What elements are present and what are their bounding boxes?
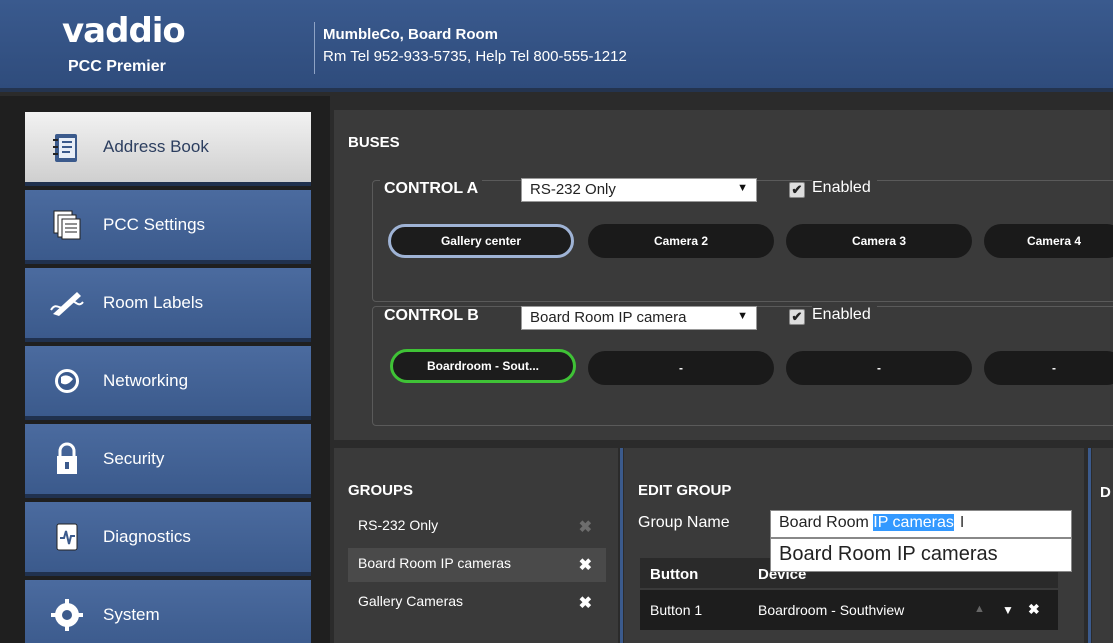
move-down-icon[interactable]: ▼ xyxy=(1002,603,1014,617)
sidebar-nav: Address Book PCC Settings Room Labels Ne… xyxy=(0,96,330,643)
control-a-camera-button-1[interactable]: Gallery center xyxy=(388,224,574,258)
sidebar-item-label: System xyxy=(103,605,160,624)
control-a-camera-button-2[interactable]: Camera 2 xyxy=(588,224,774,258)
sidebar-item-label: Address Book xyxy=(103,137,209,156)
close-icon[interactable]: ✖ xyxy=(1028,601,1040,618)
vaddio-logo[interactable]: vaddio xyxy=(62,14,186,48)
panel-divider xyxy=(1088,448,1091,643)
control-b-enabled-label: Enabled xyxy=(812,306,877,324)
signature-icon xyxy=(49,285,85,321)
control-b-camera-button-2[interactable]: - xyxy=(588,351,774,385)
control-b-select-value: Board Room IP camera xyxy=(530,309,687,326)
edit-group-panel: EDIT GROUP Group Name Board Room IP came… xyxy=(624,448,1084,643)
address-book-icon xyxy=(49,129,85,165)
sidebar-item-label: Security xyxy=(103,449,165,468)
control-a-enabled-checkbox[interactable]: ✔ xyxy=(789,182,805,198)
group-item[interactable]: Gallery Cameras ✖ xyxy=(348,586,606,620)
panel-divider xyxy=(620,448,623,643)
product-name: PCC Premier xyxy=(68,58,166,75)
header-divider xyxy=(314,22,315,74)
control-a-select[interactable]: RS-232 Only ▼ xyxy=(521,178,757,202)
chevron-down-icon: ▼ xyxy=(737,310,748,322)
group-name-text: Board Room xyxy=(779,514,874,531)
sidebar-item-networking[interactable]: Networking xyxy=(25,346,311,420)
sidebar-item-label: Networking xyxy=(103,371,189,390)
control-a-enabled-label: Enabled xyxy=(812,179,877,197)
control-a-camera-button-3[interactable]: Camera 3 xyxy=(786,224,972,258)
groups-panel: GROUPS RS-232 Only ✖ Board Room IP camer… xyxy=(334,448,618,643)
control-a-select-value: RS-232 Only xyxy=(530,181,616,198)
sidebar-item-label: Room Labels xyxy=(103,293,204,312)
groups-title: GROUPS xyxy=(348,482,414,499)
group-name-selected-text: IP cameras xyxy=(873,514,954,531)
sidebar-item-label: Diagnostics xyxy=(103,527,191,546)
sidebar-item-pcc-settings[interactable]: PCC Settings xyxy=(25,190,311,264)
group-name-input[interactable]: Board Room IP cameras I xyxy=(770,510,1072,538)
buses-title: BUSES xyxy=(348,134,400,151)
system-icon xyxy=(49,597,85,633)
site-phone-info: Rm Tel 952-933-5735, Help Tel 800-555-12… xyxy=(323,48,627,65)
control-a-camera-button-4[interactable]: Camera 4 xyxy=(984,224,1113,258)
column-header-button: Button xyxy=(650,566,699,583)
table-row[interactable]: Button 1 Boardroom - Southview ▲ ▼ ✖ xyxy=(640,590,1058,630)
sidebar-item-room-labels[interactable]: Room Labels xyxy=(25,268,311,342)
right-panel-title-clipped: D xyxy=(1100,484,1111,498)
edit-group-title: EDIT GROUP xyxy=(638,482,732,499)
close-icon: ✖ xyxy=(578,519,592,536)
group-item-label: RS-232 Only xyxy=(358,517,439,533)
control-b-enabled-checkbox[interactable]: ✔ xyxy=(789,309,805,325)
sidebar-item-system[interactable]: System xyxy=(25,580,311,643)
group-item[interactable]: RS-232 Only ✖ xyxy=(348,510,606,544)
autocomplete-dropdown[interactable]: Board Room IP cameras xyxy=(770,538,1072,572)
text-cursor-icon: I xyxy=(959,514,965,531)
autocomplete-option[interactable]: Board Room IP cameras xyxy=(779,543,998,565)
group-name-label: Group Name xyxy=(638,514,730,531)
control-b-title: CONTROL B xyxy=(380,307,483,325)
globe-icon xyxy=(49,363,85,399)
control-a-title: CONTROL A xyxy=(380,180,483,198)
chevron-down-icon: ▼ xyxy=(737,182,748,194)
group-item-label: Board Room IP cameras xyxy=(358,555,512,571)
group-item-label: Gallery Cameras xyxy=(358,593,464,609)
close-icon[interactable]: ✖ xyxy=(579,593,592,613)
sidebar-item-label: PCC Settings xyxy=(103,215,206,234)
main-content: BUSES CONTROL A RS-232 Only ▼ ✔ Enabled … xyxy=(330,96,1113,643)
sidebar-item-diagnostics[interactable]: Diagnostics xyxy=(25,502,311,576)
app-header: vaddio PCC Premier MumbleCo, Board Room … xyxy=(0,0,1113,92)
lock-icon xyxy=(49,441,85,477)
row-button-label: Button 1 xyxy=(650,602,703,618)
control-b-select[interactable]: Board Room IP camera ▼ xyxy=(521,306,757,330)
settings-icon xyxy=(49,207,85,243)
move-up-icon[interactable]: ▲ xyxy=(974,603,985,615)
control-b-camera-button-3[interactable]: - xyxy=(786,351,972,385)
group-item-selected[interactable]: Board Room IP cameras ✖ xyxy=(348,548,606,582)
sidebar-item-address-book[interactable]: Address Book xyxy=(25,112,311,186)
site-name: MumbleCo, Board Room xyxy=(323,26,498,43)
row-device-label: Boardroom - Southview xyxy=(758,602,905,618)
sidebar-item-security[interactable]: Security xyxy=(25,424,311,498)
right-panel-partial: D xyxy=(1092,448,1113,643)
buses-panel: BUSES CONTROL A RS-232 Only ▼ ✔ Enabled … xyxy=(334,110,1113,440)
diagnostics-icon xyxy=(49,519,85,555)
close-icon[interactable]: ✖ xyxy=(579,555,592,575)
control-b-camera-button-1[interactable]: Boardroom - Sout... xyxy=(390,349,576,383)
control-b-camera-button-4[interactable]: - xyxy=(984,351,1113,385)
